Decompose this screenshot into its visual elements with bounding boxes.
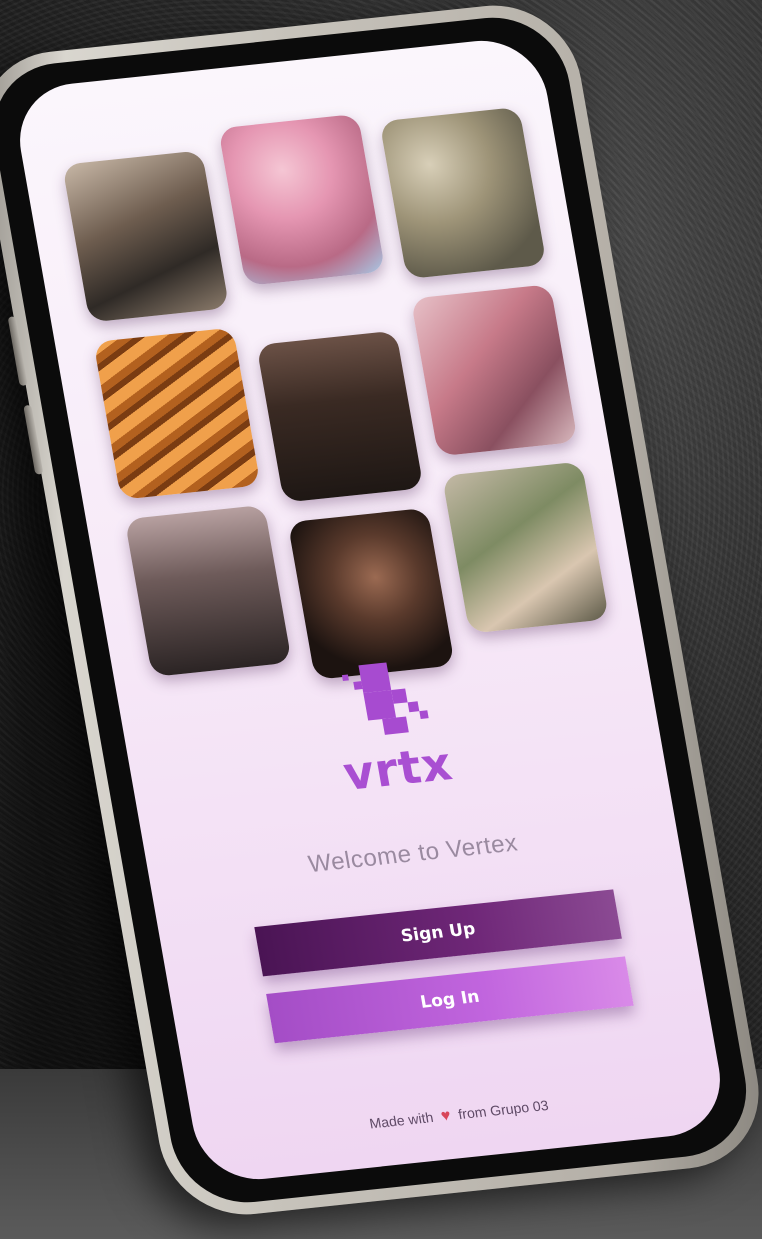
- heart-icon: ♥: [439, 1107, 453, 1125]
- gallery-photo-city[interactable]: ▣: [124, 504, 292, 678]
- background-scene: ▣ ▣ ▣ ▣ ▣ ▣ ▣ ▣ ▣: [0, 0, 762, 1239]
- footer-prefix: Made with: [368, 1109, 435, 1132]
- photo-icon: ▣: [557, 424, 568, 436]
- photo-icon: ▣: [403, 470, 414, 482]
- photo-icon: ▣: [209, 290, 220, 302]
- photo-icon: ▣: [526, 247, 537, 259]
- photo-icon: ▣: [365, 253, 376, 265]
- gallery-photo-stairs[interactable]: ▣: [410, 284, 578, 457]
- gallery-photo-food[interactable]: ▣: [379, 106, 547, 280]
- footer-suffix: from Grupo 03: [456, 1096, 550, 1123]
- vrtx-logo-icon: [335, 658, 438, 744]
- photo-icon: ▣: [588, 601, 599, 613]
- gallery-photo-blossoms[interactable]: ▣: [218, 113, 386, 287]
- gallery-photo-architecture[interactable]: ▣: [62, 150, 230, 323]
- photo-gallery: ▣ ▣ ▣ ▣ ▣ ▣ ▣ ▣ ▣: [59, 95, 628, 680]
- footer-credit: Made with ♥ from Grupo 03: [194, 1079, 724, 1152]
- gallery-photo-portrait[interactable]: ▣: [287, 507, 455, 680]
- photo-icon: ▣: [271, 644, 282, 656]
- welcome-heading: Welcome to Vertex: [306, 829, 520, 879]
- gallery-photo-interior[interactable]: ▣: [256, 330, 424, 503]
- gallery-photo-abstract[interactable]: ▣: [93, 327, 261, 500]
- photo-icon: ▣: [240, 467, 251, 479]
- gallery-photo-street[interactable]: ▣: [441, 461, 610, 634]
